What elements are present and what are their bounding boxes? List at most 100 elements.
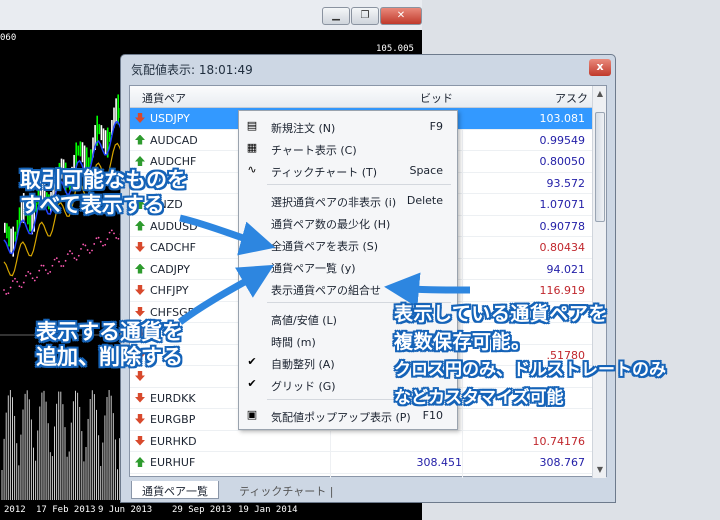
annotation-line: 表示する通貨を bbox=[36, 320, 183, 344]
bid-cell: 308.451 bbox=[416, 456, 463, 469]
menu-item-label: チャート表示 (C) bbox=[271, 144, 357, 157]
menu-item[interactable]: 全通貨ペアを表示 (S) bbox=[239, 233, 457, 255]
indicator-dot bbox=[97, 236, 100, 239]
time-axis-label: 17 Feb 2013 bbox=[36, 505, 96, 515]
menu-item[interactable]: 通貨ペア数の最少化 (H) bbox=[239, 211, 457, 233]
down-arrow-icon bbox=[135, 306, 145, 317]
indicator-dot bbox=[47, 272, 49, 275]
candle bbox=[88, 157, 90, 168]
indicator-dot bbox=[99, 240, 102, 243]
bid-cell: 142.634 bbox=[330, 478, 463, 479]
up-arrow-icon bbox=[135, 263, 145, 274]
checkmark-icon: ✔ bbox=[247, 377, 257, 390]
indicator-dot bbox=[73, 257, 76, 260]
symbol-cell: AUDCHF bbox=[150, 155, 197, 168]
scroll-up-icon[interactable]: ▲ bbox=[594, 87, 606, 101]
symbol-cell: USDJPY bbox=[150, 112, 190, 125]
indicator-dot bbox=[102, 244, 104, 247]
time-axis-label: 9 Jun 2013 bbox=[98, 505, 153, 515]
checkmark-icon: ✔ bbox=[247, 355, 257, 368]
menu-item[interactable]: ▦ チャート表示 (C) bbox=[239, 137, 457, 159]
ask-cell: 0.80434 bbox=[539, 241, 586, 254]
indicator-dot bbox=[80, 248, 82, 250]
up-arrow-icon bbox=[135, 220, 145, 231]
symbol-cell: AUDCAD bbox=[150, 133, 198, 147]
menu-item[interactable]: 表示通貨ペアの組合せ bbox=[239, 277, 457, 299]
table-row[interactable]: EURHUF 308.451 308.767 bbox=[130, 452, 593, 474]
close-icon[interactable]: ✕ bbox=[380, 7, 422, 25]
annotation-show-all: 取引可能なものを すべて表示する bbox=[20, 168, 188, 218]
indicator-dot bbox=[71, 252, 74, 255]
tab-tick-chart-label: ティックチャート bbox=[239, 485, 327, 498]
indicator-dot bbox=[16, 280, 19, 283]
menu-item[interactable]: ▤ 新規注文 (N) F9 bbox=[239, 115, 457, 137]
annotation-line: などカスタマイズ可能 bbox=[394, 388, 564, 408]
menu-item-label: グリッド (G) bbox=[271, 380, 336, 393]
candle bbox=[6, 223, 8, 239]
annotation-save-sets: 表示している通貨ペアを 複数保存可能。 クロス円のみ、ドルストレートのみ などカ… bbox=[394, 300, 666, 412]
time-axis-label: 19 Jan 2014 bbox=[238, 505, 298, 515]
down-arrow-icon bbox=[135, 392, 145, 403]
scrollbar[interactable]: ▲ ▼ bbox=[592, 86, 606, 478]
candle bbox=[79, 141, 82, 157]
symbol-cell: CHFJPY bbox=[150, 284, 189, 297]
indicator-dot bbox=[29, 272, 32, 275]
symbol-cell: EURHUF bbox=[150, 456, 196, 469]
price-label-left: 060 bbox=[0, 33, 17, 43]
menu-item[interactable]: ∿ ティックチャート (T) Space bbox=[239, 159, 457, 181]
menu-item[interactable]: 通貨ペア一覧 (y) bbox=[239, 255, 457, 277]
candle bbox=[100, 125, 103, 141]
indicator-dot bbox=[106, 238, 109, 240]
tab-tick-chart[interactable]: ティックチャート | bbox=[229, 481, 343, 499]
menu-item-label: 高値/安値 (L) bbox=[271, 314, 337, 327]
scroll-down-icon[interactable]: ▼ bbox=[594, 463, 606, 477]
scroll-thumb[interactable] bbox=[595, 112, 605, 222]
menu-item-label: 選択通貨ペアの非表示 (i) bbox=[271, 196, 397, 209]
down-arrow-icon bbox=[135, 113, 145, 123]
time-axis: 2012 17 Feb 2013 9 Jun 2013 29 Sep 2013 … bbox=[0, 500, 422, 520]
table-row[interactable]: EURJPY 142.634 142.662 bbox=[130, 474, 593, 479]
indicator-dot bbox=[51, 264, 54, 267]
symbol-cell: CADJPY bbox=[150, 262, 191, 276]
annotation-line: 取引可能なものを bbox=[20, 168, 188, 192]
candle bbox=[10, 228, 12, 254]
annotation-line: クロス円のみ、ドルストレートのみ bbox=[394, 360, 666, 380]
indicator-dot bbox=[93, 243, 96, 245]
candle bbox=[8, 226, 10, 247]
indicator-dot bbox=[40, 264, 43, 267]
indicator-dot bbox=[53, 258, 56, 261]
candle bbox=[83, 145, 86, 171]
indicator-dot bbox=[36, 276, 38, 279]
annotation-line: 追加、削除する bbox=[36, 345, 183, 369]
down-arrow-icon bbox=[135, 371, 145, 381]
up-arrow-icon bbox=[135, 156, 145, 166]
up-arrow-icon bbox=[135, 457, 145, 467]
column-header-symbol[interactable]: 通貨ペア bbox=[142, 90, 186, 106]
symbol-cell: EURGBP bbox=[150, 413, 196, 426]
tab-symbols[interactable]: 通貨ペア一覧 bbox=[131, 481, 219, 499]
ask-cell: 10.74176 bbox=[532, 434, 586, 448]
menu-item-shortcut: F9 bbox=[429, 120, 443, 133]
candle bbox=[117, 94, 119, 125]
indicator-dot bbox=[113, 232, 115, 235]
ask-cell: 0.90778 bbox=[539, 219, 586, 233]
down-arrow-icon bbox=[135, 435, 145, 446]
candle bbox=[104, 130, 107, 156]
ask-cell: 103.081 bbox=[539, 112, 586, 125]
column-header-bid[interactable]: ビッド bbox=[420, 90, 453, 106]
symbol-cell: CADCHF bbox=[150, 241, 196, 254]
minimize-icon[interactable]: ▁ bbox=[322, 7, 350, 25]
table-header: 通貨ペア ビッド アスク bbox=[130, 86, 593, 108]
column-header-ask[interactable]: アスク bbox=[555, 90, 588, 106]
restore-icon[interactable]: ❐ bbox=[351, 7, 379, 25]
price-label-right: 105.005 bbox=[376, 44, 414, 54]
table-row[interactable]: EURHKD 10.74176 bbox=[130, 431, 593, 452]
close-icon[interactable]: x bbox=[589, 59, 611, 76]
indicator-dot bbox=[82, 243, 85, 246]
menu-item-label: 気配値ポップアップ表示 (P) bbox=[271, 411, 411, 424]
time-axis-label: 2012 bbox=[4, 505, 26, 515]
menu-item[interactable]: 選択通貨ペアの非表示 (i) Delete bbox=[239, 189, 457, 211]
menu-item-label: 表示通貨ペアの組合せ bbox=[271, 284, 381, 297]
menu-item-shortcut: Delete bbox=[406, 194, 443, 207]
indicator-dot bbox=[7, 292, 10, 295]
